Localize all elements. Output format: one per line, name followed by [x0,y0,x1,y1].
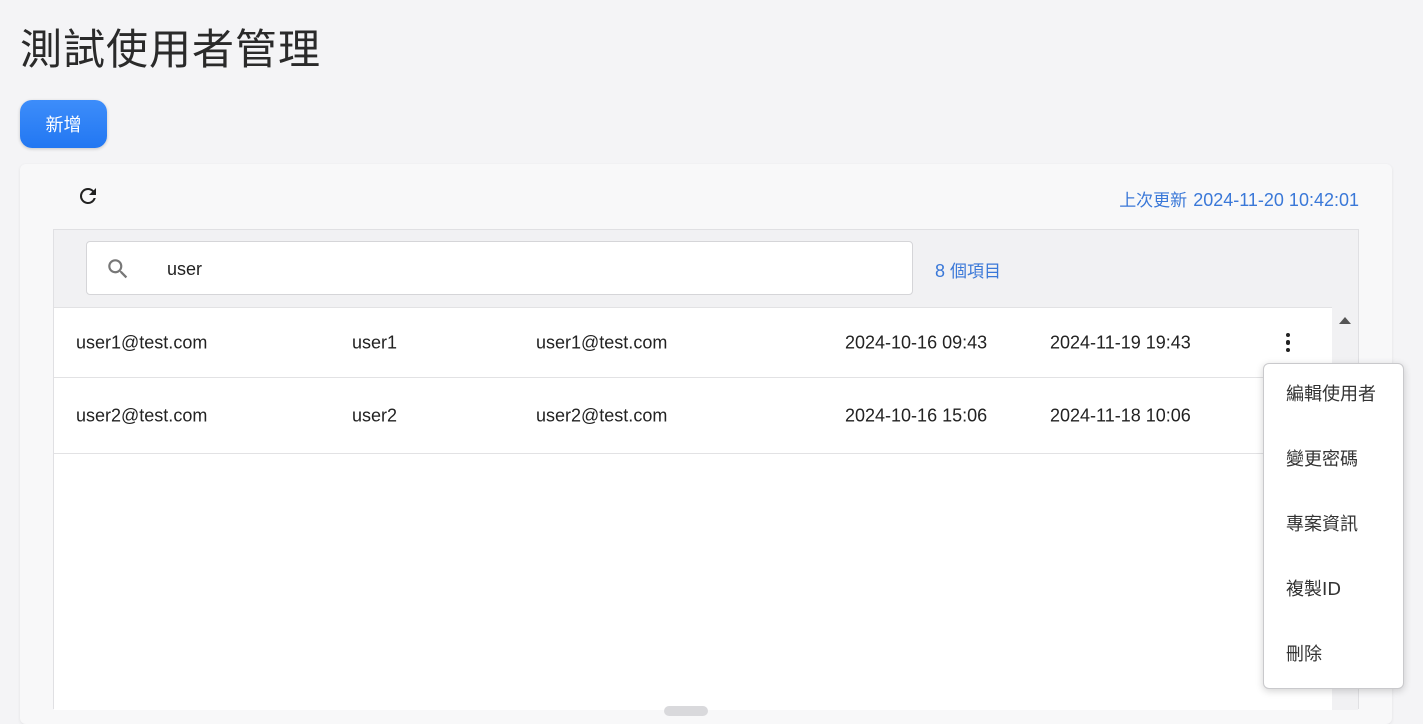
cell-created: 2024-10-16 09:43 [845,332,988,352]
menu-item-delete[interactable]: 刪除 [1264,638,1403,703]
refresh-button[interactable] [74,182,102,210]
menu-item-edit-user[interactable]: 編輯使用者 [1264,378,1403,443]
cell-name: user2 [352,405,398,425]
search-icon [108,259,128,279]
item-count: 8 個項目 [935,257,1001,282]
last-update-status: 上次更新 2024-11-20 10:42:01 [1119,186,1359,211]
cell-account: user2@test.com [76,405,208,425]
more-options-button[interactable] [1276,329,1300,357]
refresh-icon [79,187,96,204]
search-bar [86,241,913,295]
search-input[interactable] [167,254,867,284]
row-context-menu: 編輯使用者 變更密碼 專案資訊 複製ID 刪除 [1263,363,1404,689]
user-table-card: 上次更新2024-11-20 10:42:01 8 個項目 user1@test… [20,164,1392,724]
cell-email: user2@test.com [536,405,668,425]
menu-item-change-password[interactable]: 變更密碼 [1264,443,1403,508]
cell-created: 2024-10-16 15:06 [845,405,988,425]
scroll-up-arrow-icon[interactable] [1339,317,1351,324]
cell-last-login: 2024-11-18 10:06 [1050,405,1191,425]
last-update-time: 2024-11-20 10:42:01 [1193,190,1359,210]
add-user-button[interactable]: 新增 [20,100,107,148]
dot [1285,332,1291,338]
dot [1285,347,1291,353]
table-body: user1@test.com user1 user1@test.com 2024… [54,307,1334,710]
cell-name: user1 [352,332,398,352]
last-update-label: 上次更新 [1119,191,1188,211]
item-count-number: 8 [935,261,946,281]
item-count-unit: 個項目 [950,262,1002,282]
table-row[interactable]: user2@test.com user2 user2@test.com 2024… [54,378,1334,454]
table-panel: 8 個項目 user1@test.com user1 user1@test.co… [53,229,1359,716]
page-title: 測試使用者管理 [20,25,322,74]
table-row[interactable]: user1@test.com user1 user1@test.com 2024… [54,308,1334,378]
horizontal-scrollbar-thumb[interactable] [664,706,708,716]
menu-item-copy-id[interactable]: 複製ID [1264,573,1403,638]
cell-last-login: 2024-11-19 19:43 [1050,332,1191,352]
cell-account: user1@test.com [76,332,208,352]
menu-item-project-info[interactable]: 專案資訊 [1264,508,1403,573]
dot [1285,340,1291,345]
cell-email: user1@test.com [536,332,668,352]
